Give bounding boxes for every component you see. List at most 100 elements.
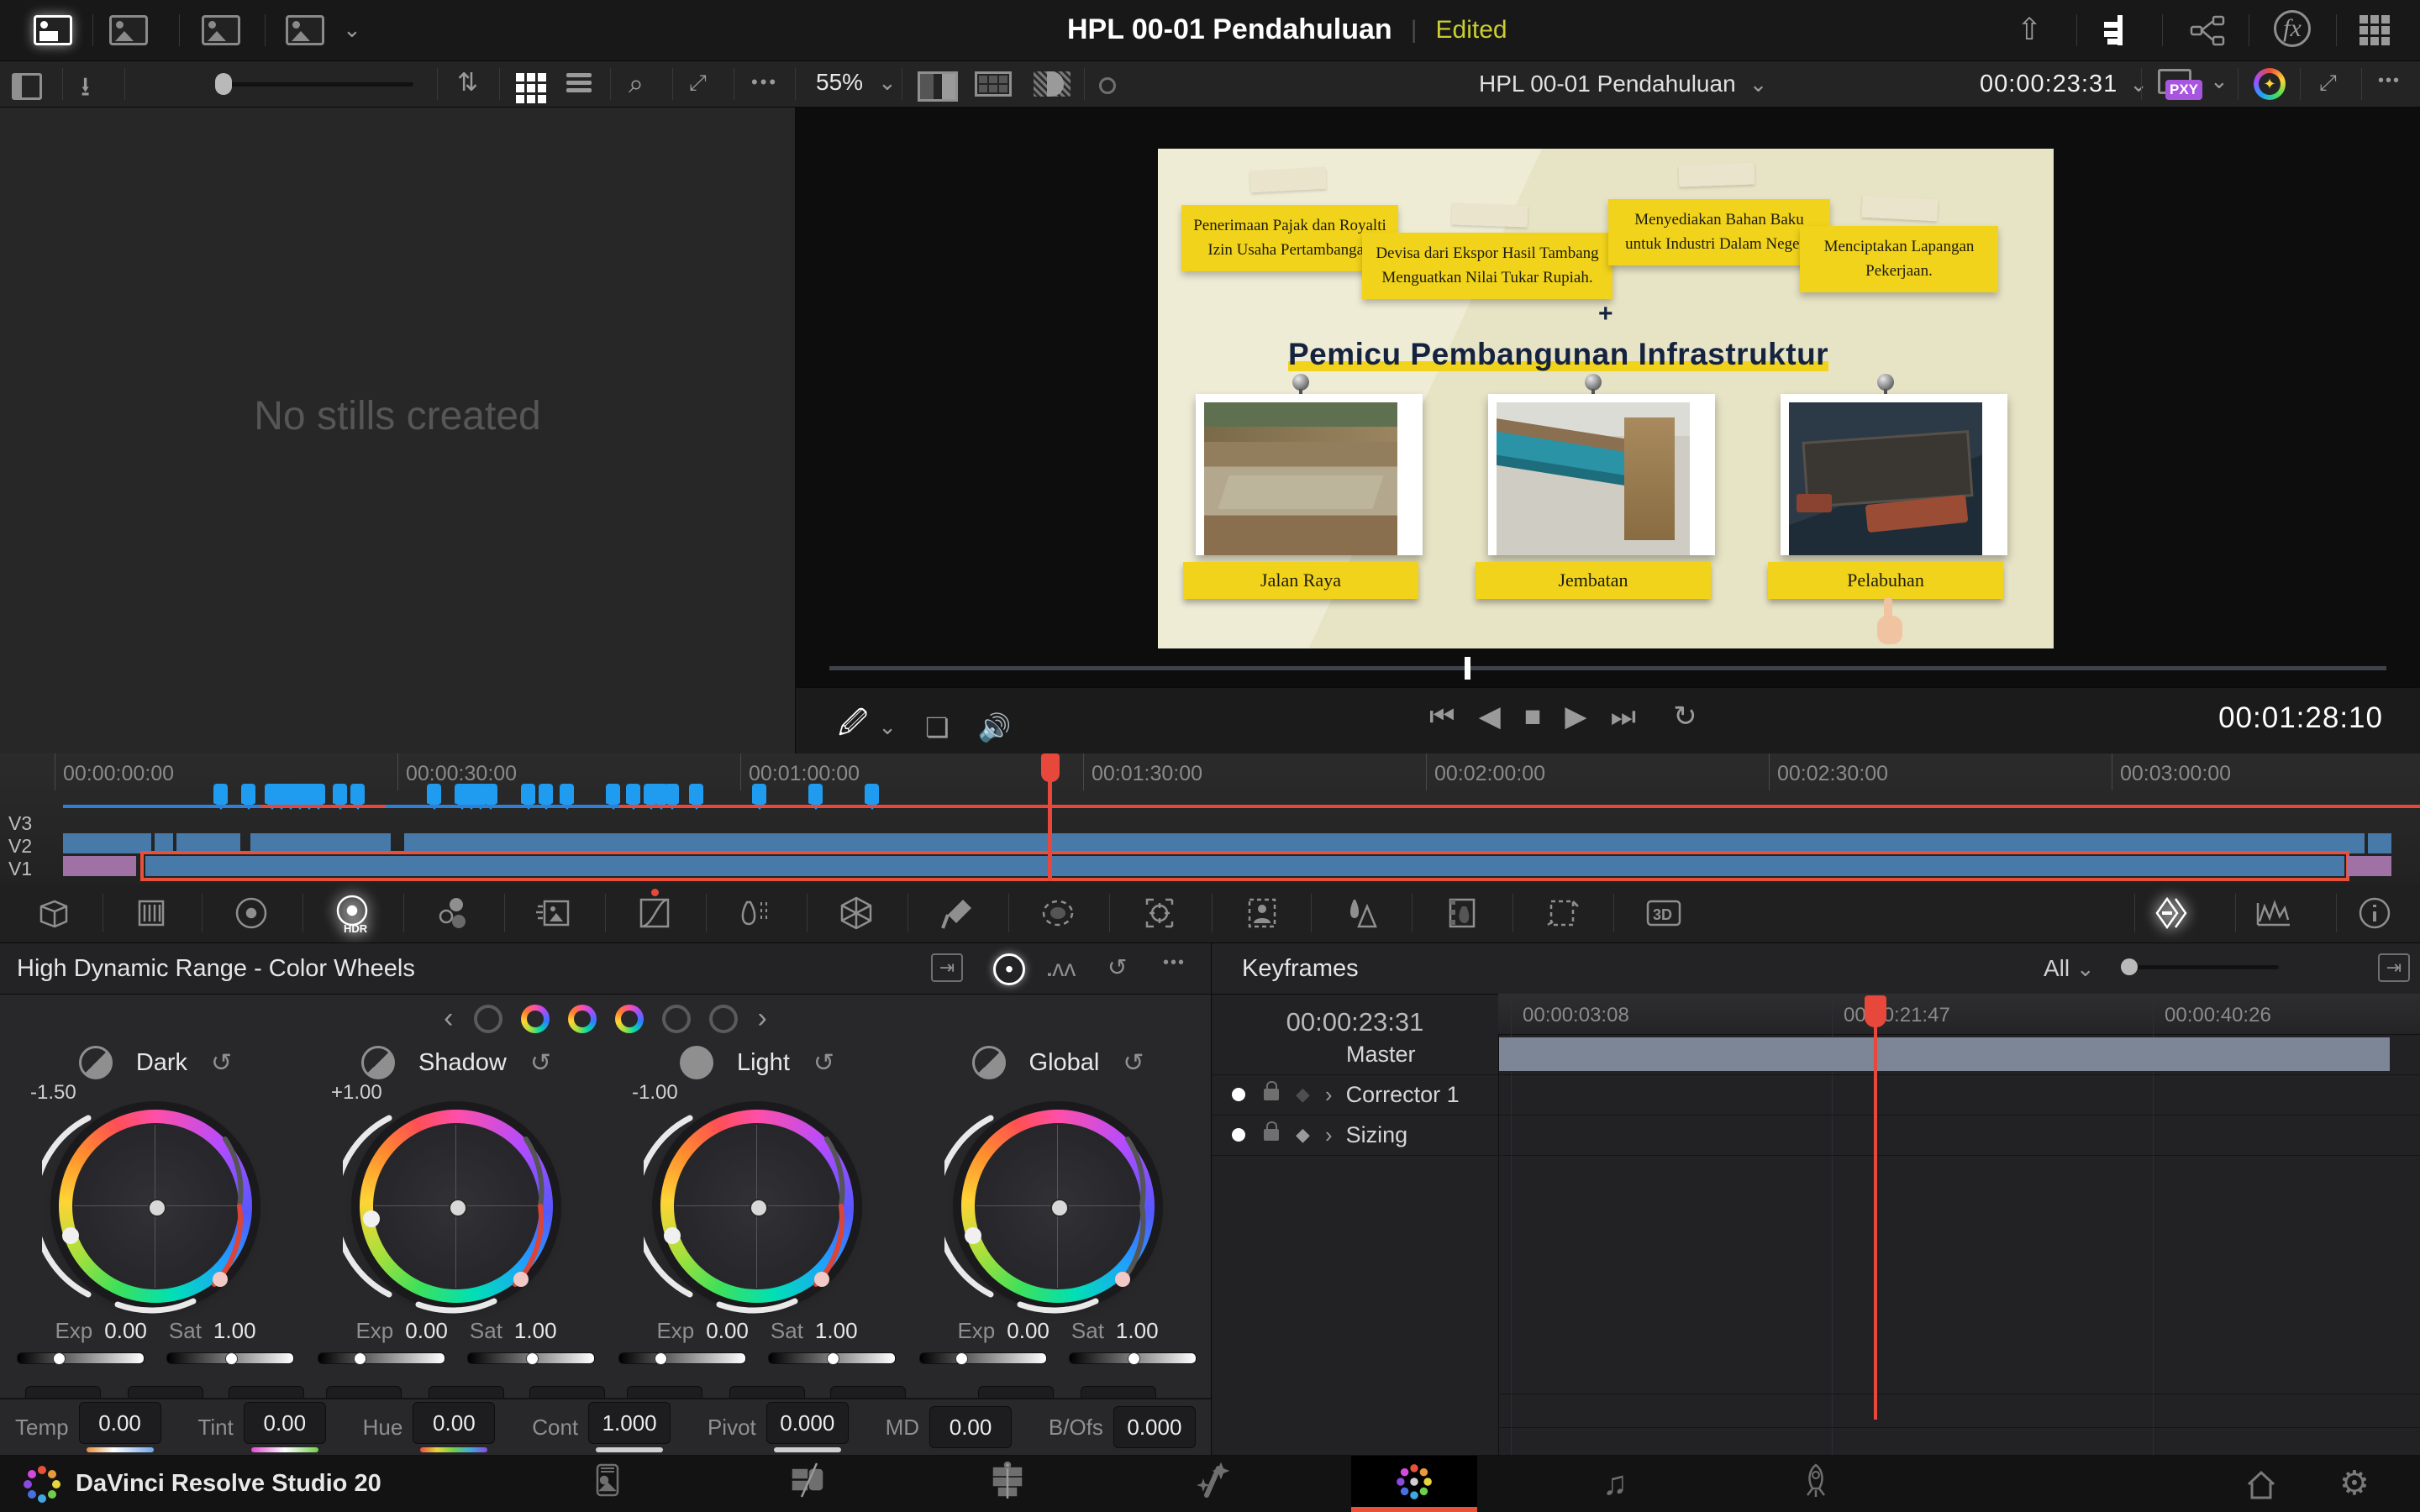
footer-value-field[interactable]: 0.00 (243, 1402, 326, 1444)
wheel-reset-icon[interactable]: ↺ (1123, 1048, 1144, 1078)
wheel-zone-icon[interactable] (971, 1046, 1006, 1079)
row-enable-dot[interactable] (1232, 1088, 1245, 1101)
album-chevron-icon[interactable]: ⌄ (343, 17, 361, 43)
timeline-marker-flag[interactable] (606, 784, 620, 810)
magic-mask-icon[interactable] (1237, 892, 1287, 934)
keyframe-diamond-icon[interactable]: ◆ (1296, 1124, 1310, 1146)
viewer-timecode-group[interactable]: 00:00:23:31 ⌄ (1980, 71, 2148, 98)
timeline-marker-flag[interactable] (665, 784, 679, 810)
timeline-marker-flag[interactable] (521, 784, 535, 810)
color-wheels-icon[interactable] (226, 892, 276, 934)
thumbnail-size-knob[interactable] (215, 73, 232, 95)
picker-chevron-icon[interactable]: ⌄ (878, 714, 897, 740)
panel-layout-icon[interactable] (2360, 15, 2390, 45)
wheel-zone-dot[interactable] (567, 1004, 597, 1033)
keyframes-zoom-knob[interactable] (2121, 958, 2138, 975)
expand-gallery-icon[interactable]: ⤢ (689, 70, 707, 97)
keyframes-filter-select[interactable]: All ⌄ (2044, 955, 2095, 982)
keyframes-panel-icon[interactable] (2148, 892, 2198, 934)
stereo-3d-icon[interactable]: 3D (1639, 892, 1689, 934)
search-icon[interactable]: ⌕ (629, 68, 644, 100)
highlight-icon[interactable] (1034, 71, 1071, 97)
settings-gear-icon[interactable]: ⚙ (2339, 1464, 2370, 1503)
timeline-marker-flag[interactable] (626, 784, 640, 810)
v2-clip[interactable] (176, 833, 240, 853)
footer-value-field[interactable]: 0.000 (765, 1402, 849, 1444)
hdr-options-icon[interactable]: ••• (1163, 953, 1186, 973)
last-frame-button[interactable]: ⏭ (1610, 701, 1636, 733)
sort-icon[interactable]: ⇅ (457, 68, 478, 97)
keyframes-row-sizing[interactable]: ◆ › Sizing (1212, 1116, 1498, 1153)
v1-clip[interactable] (2347, 856, 2391, 876)
v2-clip[interactable] (250, 833, 391, 853)
viewer-playhead[interactable] (1465, 657, 1470, 680)
keyframes-row-master[interactable]: Master (1212, 1037, 1498, 1071)
viewer-scrubber[interactable] (796, 648, 2420, 687)
loop-button[interactable]: ↻ (1673, 700, 1697, 733)
keyframes-playhead[interactable] (1865, 995, 1886, 1027)
wheel-control[interactable] (42, 1110, 252, 1314)
effects-fx-icon[interactable]: fx (2274, 10, 2311, 47)
audio-mute-icon[interactable]: 🔊 (978, 711, 1012, 743)
wheel-reset-icon[interactable]: ↺ (813, 1048, 834, 1078)
gallery-panel-toggle-icon[interactable] (12, 73, 42, 100)
footer-value-field[interactable]: 0.00 (413, 1402, 496, 1444)
import-still-icon[interactable]: ⭳ (81, 68, 90, 113)
timeline-marker-flag[interactable] (539, 784, 553, 810)
node-graph-icon[interactable] (2190, 13, 2227, 51)
timeline-playhead[interactable] (1041, 753, 1060, 881)
blur-icon[interactable] (1334, 892, 1385, 934)
row-enable-dot[interactable] (1232, 1128, 1245, 1142)
page-edit[interactable] (946, 1456, 1072, 1512)
footer-value-field[interactable]: 0.00 (929, 1406, 1013, 1448)
wipe-layers-icon[interactable]: ❏ (925, 711, 950, 743)
v1-clip[interactable] (140, 851, 2349, 881)
reset-panel-icon[interactable]: ↺ (1107, 953, 1127, 981)
album-icon[interactable] (286, 15, 324, 45)
footer-value-field[interactable]: 1.000 (588, 1402, 671, 1444)
scopes-panel-icon[interactable] (2249, 892, 2299, 934)
wheel-control[interactable] (944, 1110, 1155, 1314)
power-window-icon[interactable] (1033, 892, 1083, 934)
v2-clip[interactable] (155, 833, 173, 853)
zone-prev-icon[interactable]: ‹ (444, 1002, 453, 1035)
exposure-slider[interactable] (17, 1352, 145, 1365)
lock-icon[interactable] (1264, 1081, 1279, 1100)
saturation-slider[interactable] (1069, 1352, 1197, 1365)
keyframe-diamond-icon[interactable]: ◆ (1296, 1084, 1310, 1105)
zone-next-icon[interactable]: › (758, 1002, 767, 1035)
tracker-icon[interactable] (1134, 892, 1185, 934)
saturation-slider[interactable] (166, 1352, 294, 1365)
v2-clip[interactable] (404, 833, 2365, 853)
page-cut[interactable] (745, 1456, 871, 1512)
info-panel-icon[interactable] (2349, 892, 2400, 934)
viewer-expand-icon[interactable]: ⤢ (2319, 70, 2337, 97)
wheel-zone-icon[interactable] (78, 1046, 113, 1079)
gallery-options-icon[interactable]: ••• (751, 71, 778, 93)
v1-clip[interactable] (63, 856, 136, 876)
list-view-icon[interactable] (566, 70, 592, 96)
page-color[interactable] (1351, 1456, 1477, 1512)
footer-value-field[interactable]: 0.000 (1113, 1406, 1196, 1448)
color-warper-icon[interactable] (729, 892, 780, 934)
exposure-slider[interactable] (919, 1352, 1047, 1365)
wheels-mode-icon[interactable]: • (993, 953, 1025, 985)
viewer-options-icon[interactable]: ••• (2378, 71, 2401, 91)
resolve-fx-enhance-icon[interactable]: ✦ (2254, 68, 2286, 100)
wheel-zone-dot[interactable] (520, 1004, 550, 1033)
timeline-marker-flag[interactable] (350, 784, 365, 810)
saturation-slider[interactable] (768, 1352, 896, 1365)
export-icon[interactable]: ⇧ (2017, 12, 2042, 47)
wheel-zone-dot[interactable] (661, 1004, 691, 1033)
keyframes-zoom-slider[interactable] (2128, 965, 2279, 969)
timeline-marker-flag[interactable] (427, 784, 441, 810)
v2-clip[interactable] (63, 833, 151, 853)
viewer-timeline-select[interactable]: HPL 00-01 Pendahuluan ⌄ (1479, 71, 1767, 97)
timeline-marker-flag[interactable] (560, 784, 574, 810)
grid-view-icon[interactable] (516, 73, 546, 103)
keyframes-row-corrector1[interactable]: ◆ › Corrector 1 (1212, 1076, 1498, 1113)
wheel-zone-icon[interactable] (679, 1046, 713, 1079)
grab-still-icon[interactable] (34, 15, 72, 45)
timeline-marker-flag[interactable] (311, 784, 325, 810)
wheel-zone-dot[interactable] (708, 1004, 738, 1033)
